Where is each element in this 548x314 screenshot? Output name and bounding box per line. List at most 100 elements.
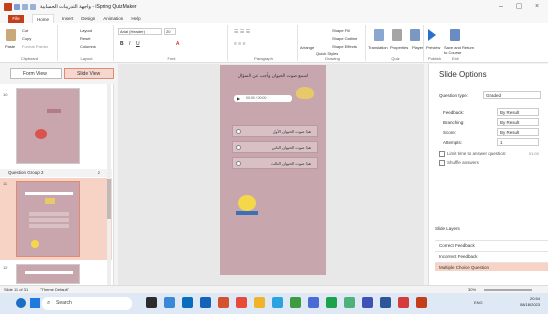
copy-button[interactable]: Copy — [22, 36, 31, 41]
excel-icon[interactable] — [326, 297, 337, 308]
thumb-title-bar — [25, 271, 73, 274]
audio-player[interactable]: ▶ 00:00 / 00:00 — [234, 95, 292, 102]
tab-file[interactable]: File — [8, 14, 24, 23]
slide-view-button[interactable]: Slide View — [64, 68, 114, 79]
font-size-select[interactable]: 20 — [164, 28, 176, 35]
question-type-label: Question type: — [439, 93, 469, 98]
radio-icon[interactable] — [236, 145, 241, 150]
bold-icon[interactable]: B — [120, 41, 124, 47]
gear-icon[interactable] — [392, 29, 402, 41]
slide-thumbnail[interactable] — [16, 264, 80, 284]
preview-button[interactable]: Preview — [426, 45, 440, 50]
close-button[interactable]: × — [532, 2, 542, 12]
shape-outline-button[interactable]: Shape Outline — [332, 36, 357, 41]
answer-option[interactable]: هذا صوت الحيوان الثالث — [232, 157, 318, 169]
limit-time-value[interactable]: 01:00 — [529, 151, 539, 156]
pdf-icon[interactable] — [398, 297, 409, 308]
save-return-button[interactable]: Save and Return to Course — [444, 45, 478, 55]
format-painter-button[interactable]: Format Painter — [22, 44, 48, 49]
ribbon: Paste Cut Copy Format Painter Clipboard … — [0, 23, 548, 63]
teams-icon[interactable] — [308, 297, 319, 308]
ispring-icon[interactable] — [236, 297, 247, 308]
task-view-icon[interactable] — [146, 297, 157, 308]
slide-title[interactable]: اسمع صوت الحيوان وأجب عن السؤال — [220, 73, 326, 79]
shuffle-checkbox[interactable]: Shuffle answers — [439, 160, 479, 166]
preview-icon[interactable] — [428, 29, 436, 41]
font-color-icon[interactable]: A — [176, 41, 179, 47]
slide-thumbnail[interactable] — [16, 88, 80, 164]
layer-item[interactable]: Correct Feedback — [435, 240, 548, 249]
word2-icon[interactable] — [380, 297, 391, 308]
edge-icon[interactable] — [16, 298, 26, 308]
store-icon[interactable] — [200, 297, 211, 308]
paste-icon[interactable] — [6, 29, 16, 41]
zoom-slider[interactable] — [484, 289, 532, 291]
app-icon[interactable] — [344, 297, 355, 308]
reset-button[interactable]: Reset — [80, 36, 90, 41]
tab-design[interactable]: Design — [81, 14, 95, 23]
paragraph-group: ☰ ☰ ☰ ≡ ≡ ≡ Paragraph — [230, 25, 298, 61]
telegram-icon[interactable] — [272, 297, 283, 308]
chrome-icon[interactable] — [254, 297, 265, 308]
feedback-select[interactable]: By Result — [497, 108, 539, 116]
columns-button[interactable]: Columns — [80, 44, 96, 49]
player-icon[interactable] — [410, 29, 420, 41]
translation-icon[interactable] — [374, 29, 384, 41]
windows-start-icon[interactable] — [30, 298, 40, 308]
widgets-icon[interactable] — [164, 297, 175, 308]
search-input[interactable]: ⌕ Search — [42, 297, 132, 310]
language-indicator[interactable]: ENG — [474, 300, 483, 305]
undo-icon[interactable] — [22, 4, 28, 10]
cut-button[interactable]: Cut — [22, 28, 28, 33]
play-icon[interactable]: ▶ — [237, 96, 240, 101]
quiz-group: Translation Properties Player Quiz — [368, 25, 424, 61]
player-button[interactable]: Player — [412, 45, 423, 50]
save-return-icon[interactable] — [450, 29, 460, 41]
paste-button[interactable]: Paste — [5, 44, 15, 49]
minimize-button[interactable]: – — [496, 2, 506, 12]
layout-button[interactable]: Layout — [80, 28, 92, 33]
maximize-button[interactable]: ▢ — [514, 2, 524, 12]
shape-effects-button[interactable]: Shape Effects — [332, 44, 357, 49]
redo-icon[interactable] — [30, 4, 36, 10]
layer-item[interactable]: Incorrect Feedback — [435, 251, 548, 260]
slide-canvas[interactable]: اسمع صوت الحيوان وأجب عن السؤال ▶ 00:00 … — [220, 65, 326, 275]
attempts-select[interactable]: 1 — [497, 138, 539, 146]
tab-insert[interactable]: Insert — [62, 14, 73, 23]
powerpoint-icon[interactable] — [218, 297, 229, 308]
properties-button[interactable]: Properties — [390, 45, 408, 50]
tab-animation[interactable]: Animation — [103, 14, 123, 23]
answer-option[interactable]: هذا صوت الحيوان الأول — [232, 125, 318, 137]
align-icon[interactable]: ≡ ≡ ≡ — [234, 41, 246, 47]
tab-help[interactable]: Help — [131, 14, 140, 23]
font-family-select[interactable]: Arial (Header) — [118, 28, 162, 35]
italic-icon[interactable]: I — [129, 41, 130, 47]
translation-button[interactable]: Translation — [368, 45, 388, 50]
layer-label: Multiple Choice Question — [439, 265, 490, 270]
whatsapp-icon[interactable] — [290, 297, 301, 308]
slides-scrollbar-thumb[interactable] — [107, 179, 111, 219]
bullets-icon[interactable]: ☰ ☰ ☰ — [234, 29, 250, 35]
underline-icon[interactable]: U — [136, 41, 140, 47]
radio-icon[interactable] — [236, 129, 241, 134]
form-view-button[interactable]: Form View — [10, 68, 62, 79]
clock[interactable]: 20:54 08/18/2023 — [520, 296, 540, 308]
question-group-header[interactable]: Question Group 2 2 — [0, 169, 112, 177]
save-icon[interactable] — [14, 4, 20, 10]
word-icon[interactable] — [362, 297, 373, 308]
arrange-button[interactable]: Arrange — [300, 45, 314, 50]
quizmaker-taskbar-icon[interactable] — [416, 297, 427, 308]
slide-thumbnail[interactable] — [16, 181, 80, 257]
answer-option[interactable]: هذا صوت الحيوان الثاني — [232, 141, 318, 153]
search-icon: ⌕ — [47, 300, 51, 306]
selected-slide-row[interactable]: 11 — [0, 178, 112, 260]
radio-icon[interactable] — [236, 161, 241, 166]
edge-taskbar-icon[interactable] — [182, 297, 193, 308]
tab-home[interactable]: Home — [32, 14, 55, 23]
limit-time-checkbox[interactable]: Limit time to answer question: — [439, 151, 507, 157]
branching-select[interactable]: By Result — [497, 118, 539, 126]
question-type-select[interactable]: Graded — [483, 91, 541, 99]
layer-item[interactable]: Multiple Choice Question — [435, 262, 548, 271]
score-select[interactable]: By Result — [497, 128, 539, 136]
shape-fill-button[interactable]: Shape Fill — [332, 28, 350, 33]
